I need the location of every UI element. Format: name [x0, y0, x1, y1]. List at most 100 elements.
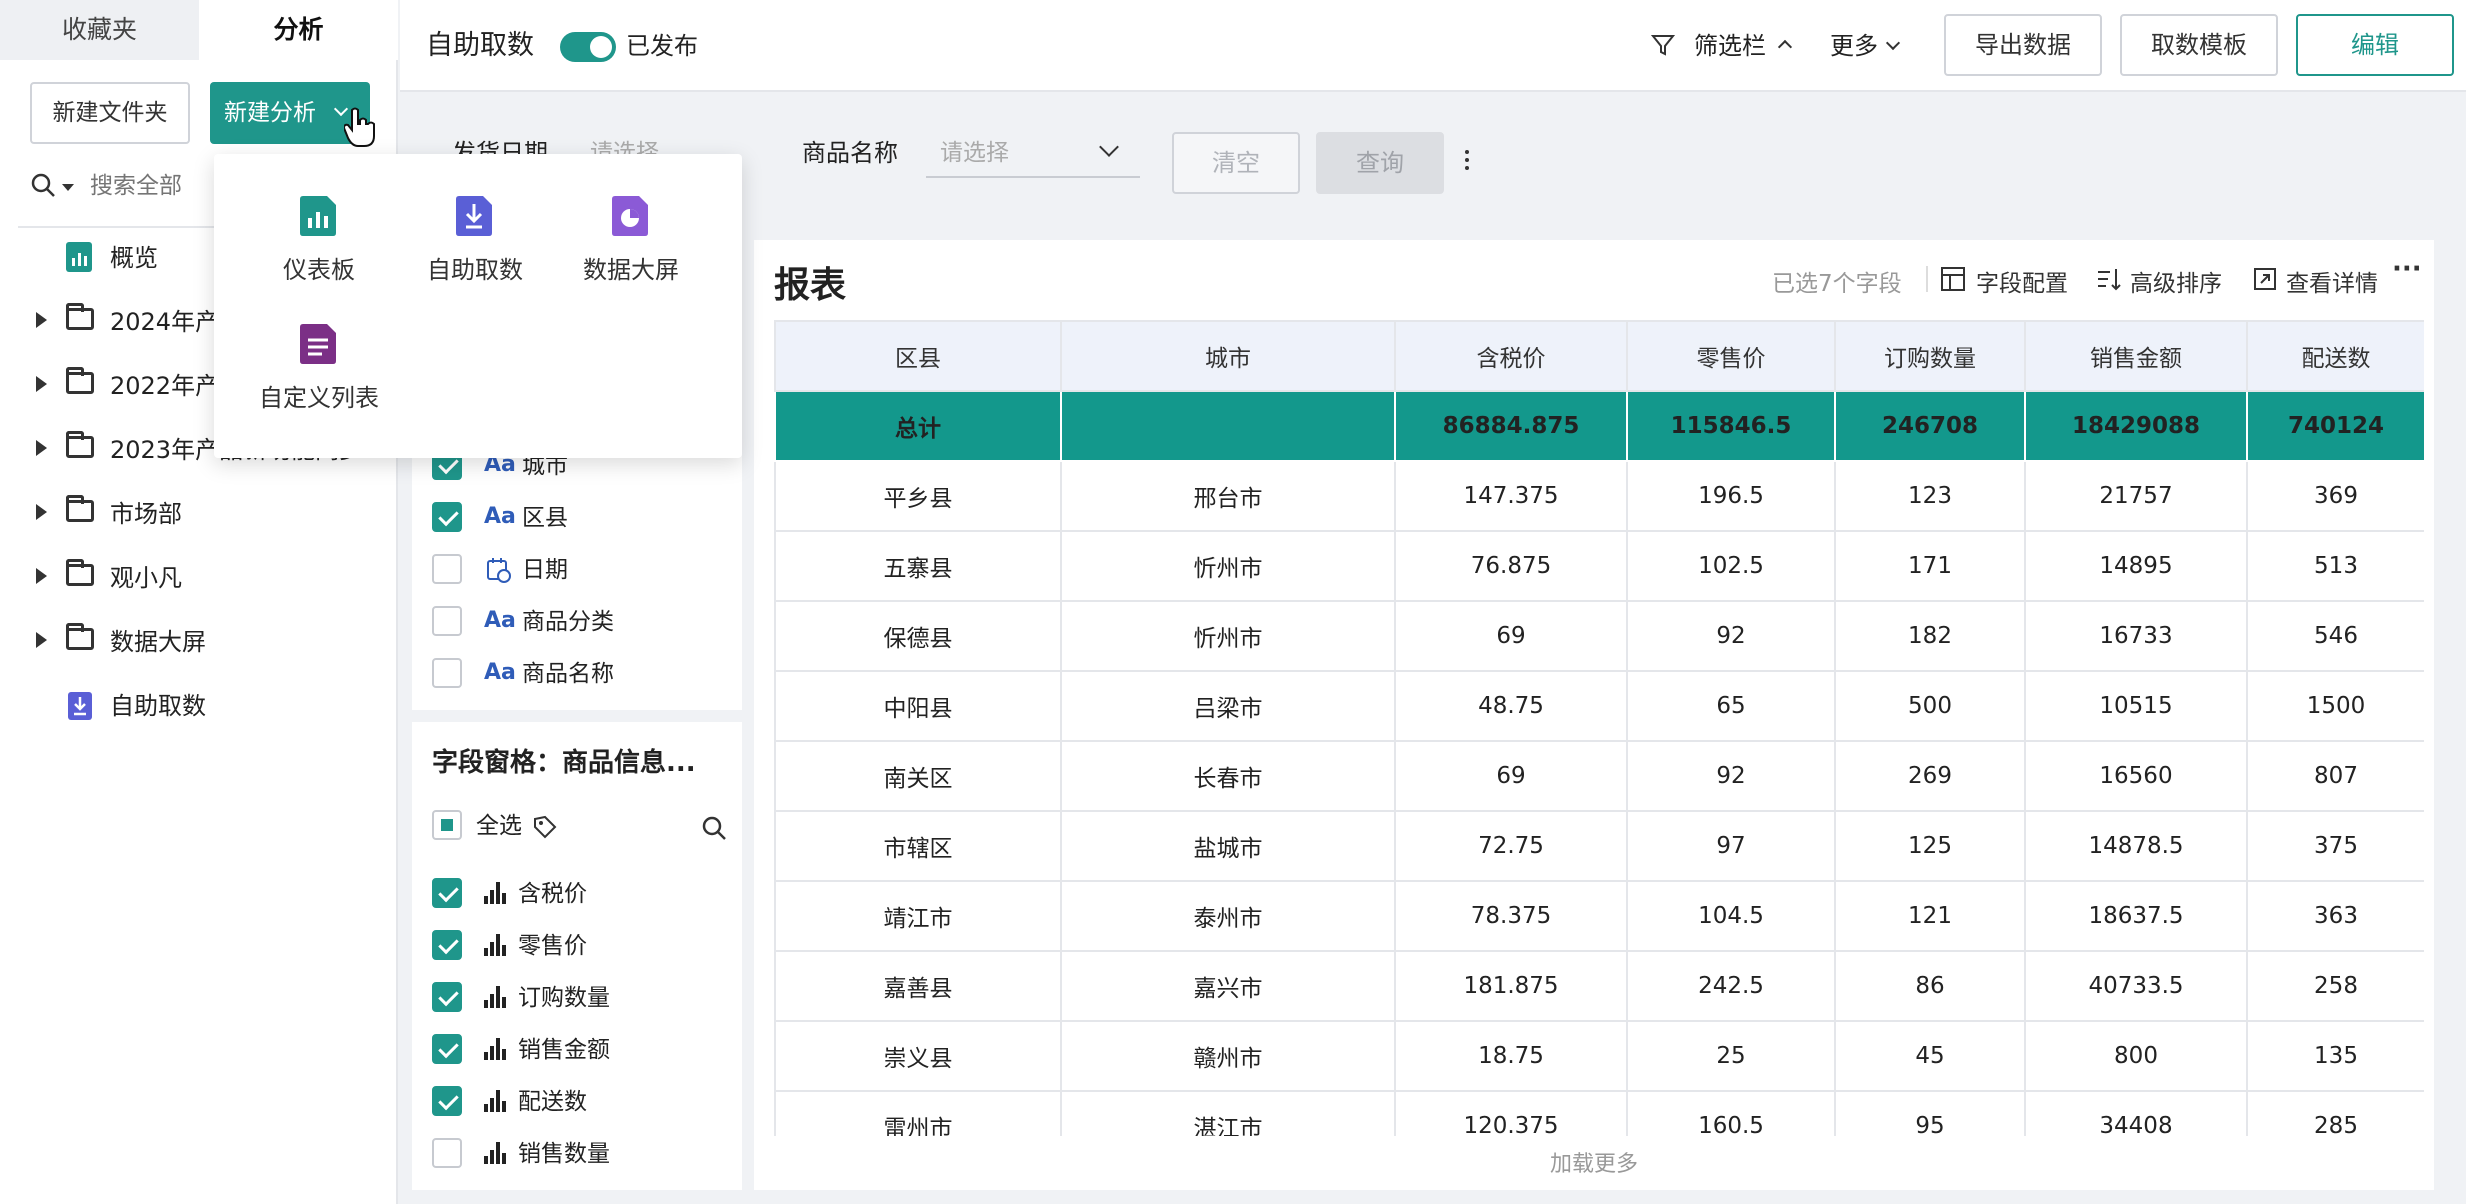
field-row-sales-amount[interactable]: 销售金额 [412, 1024, 752, 1076]
table-cell: 375 [2246, 810, 2424, 882]
sidebar-item-label: 数据大屏 [110, 628, 206, 656]
field-row-sales-qty[interactable]: 销售数量 [412, 1128, 752, 1180]
table-row[interactable]: 崇义县 赣州市 18.75 25 45 800 135 [774, 1020, 2424, 1092]
table-cell: 吕梁市 [1060, 670, 1396, 742]
table-cell: 盐城市 [1060, 810, 1396, 882]
more-horizontal-icon[interactable]: ··· [2392, 254, 2422, 284]
field-row-retail-price[interactable]: 零售价 [412, 920, 752, 972]
field-checkbox[interactable] [432, 554, 462, 584]
sidebar-item-folder-marketing[interactable]: 市场部 [0, 482, 398, 546]
table-cell: 269 [1834, 740, 2026, 812]
field-row-product-category[interactable]: Aa 商品分类 [412, 596, 752, 648]
field-checkbox[interactable] [432, 982, 462, 1012]
table-cell: 102.5 [1626, 530, 1836, 602]
field-row-delivery-count[interactable]: 配送数 [412, 1076, 752, 1128]
table-row[interactable]: 市辖区 盐城市 72.75 97 125 14878.5 375 [774, 810, 2424, 882]
measure-icon [484, 882, 508, 904]
column-header[interactable]: 订购数量 [1834, 320, 2026, 392]
sidebar-item-folder-data-screen[interactable]: 数据大屏 [0, 610, 398, 674]
field-checkbox[interactable] [432, 878, 462, 908]
column-header[interactable]: 销售金额 [2024, 320, 2248, 392]
table-cell: 258 [2246, 950, 2424, 1022]
field-checkbox[interactable] [432, 502, 462, 532]
field-row-district[interactable]: Aa 区县 [412, 492, 752, 544]
load-more-link[interactable]: 加载更多 [754, 1146, 2434, 1178]
chevron-down-icon [1885, 35, 1901, 51]
field-checkbox[interactable] [432, 658, 462, 688]
expand-caret-icon[interactable] [36, 312, 47, 328]
table-row[interactable]: 嘉善县 嘉兴市 181.875 242.5 86 40733.5 258 [774, 950, 2424, 1022]
tag-icon[interactable] [532, 814, 558, 840]
folder-icon [66, 495, 94, 522]
field-checkbox[interactable] [432, 1086, 462, 1116]
field-row-tax-price[interactable]: 含税价 [412, 868, 752, 920]
expand-caret-icon[interactable] [36, 632, 47, 648]
table-cell: 21757 [2024, 460, 2248, 532]
table-row[interactable]: 靖江市 泰州市 78.375 104.5 121 18637.5 363 [774, 880, 2424, 952]
table-cell: 69 [1394, 600, 1628, 672]
extract-template-button[interactable]: 取数模板 [2120, 14, 2278, 76]
table-row[interactable]: 五寨县 忻州市 76.875 102.5 171 14895 513 [774, 530, 2424, 602]
field-label: 零售价 [518, 933, 587, 959]
menu-item-data-screen[interactable]: 数据大屏 [556, 176, 706, 296]
search-scope-caret-icon[interactable] [62, 184, 74, 191]
menu-item-dashboard[interactable]: 仪表板 [244, 176, 394, 296]
column-header[interactable]: 含税价 [1394, 320, 1628, 392]
field-row-date[interactable]: 日期 [412, 544, 752, 596]
expand-caret-icon[interactable] [36, 376, 47, 392]
chevron-down-icon [1099, 137, 1119, 157]
table-cell: 95 [1834, 1090, 2026, 1136]
menu-item-self-extract[interactable]: 自助取数 [400, 176, 550, 296]
table-row[interactable]: 雷州市 湛江市 120.375 160.5 95 34408 285 [774, 1090, 2424, 1136]
field-checkbox[interactable] [432, 1138, 462, 1168]
page-title: 自助取数 [426, 30, 534, 61]
field-checkbox[interactable] [432, 1034, 462, 1064]
publish-toggle[interactable] [560, 32, 616, 62]
column-header[interactable]: 区县 [774, 320, 1062, 392]
field-row-product-name[interactable]: Aa 商品名称 [412, 648, 752, 700]
table-cell: 123 [1834, 460, 2026, 532]
column-header[interactable]: 配送数 [2246, 320, 2424, 392]
table-cell: 嘉兴市 [1060, 950, 1396, 1022]
new-analysis-button[interactable]: 新建分析 [210, 82, 375, 147]
expand-caret-icon[interactable] [36, 440, 47, 456]
field-checkbox[interactable] [432, 606, 462, 636]
calendar-icon [487, 558, 511, 583]
table-cell: 500 [1834, 670, 2026, 742]
select-all-checkbox[interactable] [432, 810, 462, 840]
tab-favorites[interactable]: 收藏夹 [0, 0, 199, 60]
field-checkbox[interactable] [432, 930, 462, 960]
table-cell: 长春市 [1060, 740, 1396, 812]
sidebar-item-self-extract[interactable]: 自助取数 [0, 674, 398, 738]
table-cell: 保德县 [774, 600, 1062, 672]
expand-caret-icon[interactable] [36, 504, 47, 520]
table-row[interactable]: 保德县 忻州市 69 92 182 16733 546 [774, 600, 2424, 672]
table-cell: 中阳县 [774, 670, 1062, 742]
product-name-select[interactable]: 请选择 [926, 130, 1140, 178]
tab-analysis[interactable]: 分析 [199, 0, 398, 60]
text-type-icon: Aa [484, 504, 516, 529]
edit-button[interactable]: 编辑 [2296, 14, 2454, 76]
new-folder-button[interactable]: 新建文件夹 [30, 82, 190, 144]
table-row[interactable]: 平乡县 邢台市 147.375 196.5 123 21757 369 [774, 460, 2424, 532]
dashboard-icon [300, 196, 336, 236]
export-data-button[interactable]: 导出数据 [1944, 14, 2102, 76]
more-vertical-icon[interactable] [1464, 150, 1470, 170]
search-icon[interactable] [700, 814, 728, 842]
field-label: 商品名称 [522, 661, 614, 687]
table-cell: 南关区 [774, 740, 1062, 812]
table-cell: 196.5 [1626, 460, 1836, 532]
column-header[interactable]: 零售价 [1626, 320, 1836, 392]
dashboard-icon [66, 242, 92, 272]
column-header[interactable]: 城市 [1060, 320, 1396, 392]
sidebar-item-folder-guanxiaofan[interactable]: 观小凡 [0, 546, 398, 610]
query-button[interactable]: 查询 [1316, 132, 1444, 194]
report-title: 报表 [774, 265, 847, 306]
table-row[interactable]: 中阳县 吕梁市 48.75 65 500 10515 1500 [774, 670, 2424, 742]
expand-caret-icon[interactable] [36, 568, 47, 584]
menu-item-custom-list[interactable]: 自定义列表 [244, 304, 394, 424]
clear-button[interactable]: 清空 [1172, 132, 1300, 194]
field-row-order-qty[interactable]: 订购数量 [412, 972, 752, 1024]
field-label: 商品分类 [522, 609, 614, 635]
table-row[interactable]: 南关区 长春市 69 92 269 16560 807 [774, 740, 2424, 812]
